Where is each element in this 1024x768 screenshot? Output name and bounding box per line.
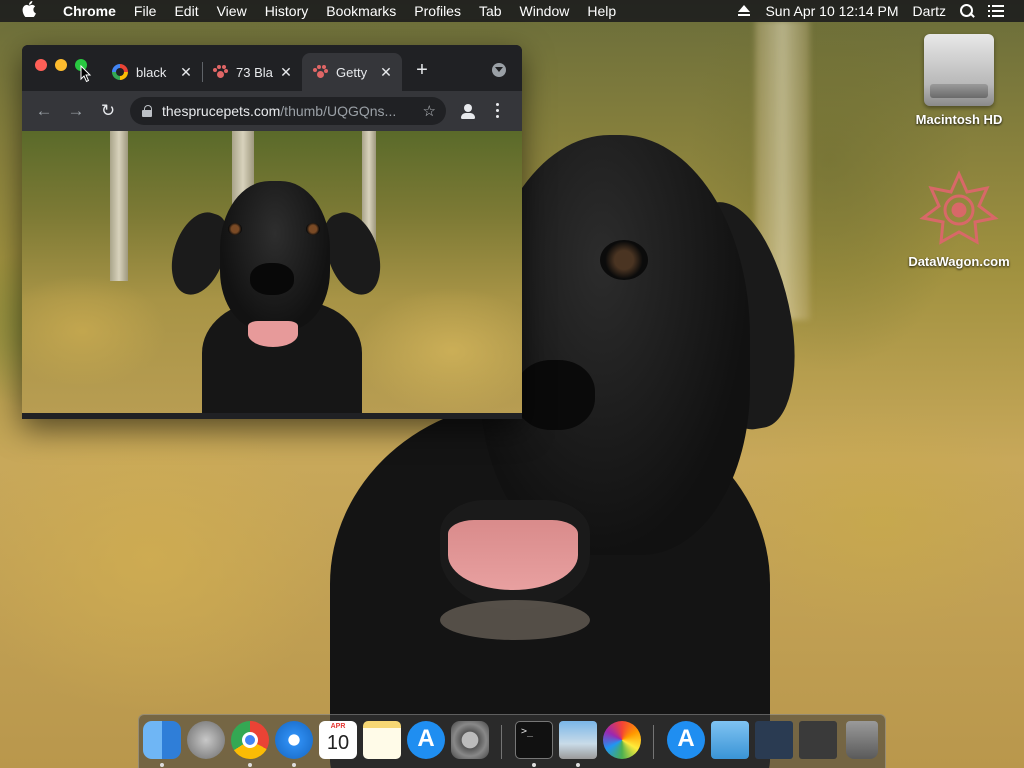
app-store-icon[interactable]: A [407, 721, 445, 759]
menu-clock[interactable]: Sun Apr 10 12:14 PM [765, 3, 898, 19]
menu-file[interactable]: File [125, 3, 166, 19]
url-path: /thumb/UQGQns... [280, 103, 397, 119]
running-indicator [248, 763, 252, 767]
lock-icon [142, 105, 152, 117]
tab-search-icon[interactable] [492, 63, 506, 77]
photo-dog-eye [228, 223, 242, 235]
eject-icon[interactable] [737, 5, 751, 17]
desktop-icon-label: DataWagon.com [908, 254, 1010, 269]
tab-73-black-labs[interactable]: 73 Bla ✕ [202, 53, 302, 91]
finder-icon[interactable] [143, 721, 181, 759]
wallpaper-dog-eye [600, 240, 648, 280]
tab-close-icon[interactable]: ✕ [378, 64, 394, 81]
mouse-cursor-icon [80, 65, 92, 83]
trash-icon[interactable] [846, 721, 878, 759]
calendar-day: 10 [326, 732, 350, 754]
screenshots-stack-icon[interactable] [755, 721, 793, 759]
photo-dog-eye [306, 223, 320, 235]
apple-menu-icon[interactable] [18, 1, 40, 21]
downloads-stack-icon[interactable] [799, 721, 837, 759]
reload-icon[interactable]: ↻ [96, 99, 120, 123]
photo-tree [110, 131, 128, 281]
back-arrow-icon[interactable]: ← [32, 99, 56, 123]
tab-title: 73 Bla [236, 64, 273, 80]
calendar-month: APR [330, 723, 346, 730]
menu-profiles[interactable]: Profiles [405, 3, 470, 19]
desktop-icon-label: Macintosh HD [915, 112, 1003, 127]
menu-extras: Sun Apr 10 12:14 PM Dartz [723, 0, 1004, 22]
forward-arrow-icon[interactable]: → [64, 99, 88, 123]
profile-avatar-icon[interactable] [458, 101, 478, 121]
dock-separator [501, 725, 502, 759]
menu-edit[interactable]: Edit [165, 3, 207, 19]
chrome-icon[interactable] [231, 721, 269, 759]
paw-icon [312, 64, 328, 80]
window-minimize-button[interactable] [55, 59, 67, 71]
photo-dog-tongue [248, 321, 298, 347]
running-indicator [532, 763, 536, 767]
dock: APR 10 A >_ A [138, 714, 886, 768]
tab-close-icon[interactable]: ✕ [178, 64, 194, 81]
preview-icon[interactable] [559, 721, 597, 759]
chrome-window: black ✕ 73 Bla ✕ Getty ✕ + ← → ↻ thespru… [22, 45, 522, 419]
system-preferences-icon[interactable] [451, 721, 489, 759]
menu-user[interactable]: Dartz [913, 3, 946, 19]
menu-bar: Chrome File Edit View History Bookmarks … [0, 0, 1024, 22]
paw-icon [212, 64, 228, 80]
notification-center-icon[interactable] [988, 5, 1004, 17]
tab-close-icon[interactable]: ✕ [278, 64, 294, 81]
menu-bookmarks[interactable]: Bookmarks [317, 3, 405, 19]
url-text[interactable]: thesprucepets.com/thumb/UQGQns... [162, 103, 423, 119]
spotlight-search-icon[interactable] [960, 4, 974, 18]
menu-history[interactable]: History [256, 3, 318, 19]
launchpad-icon[interactable] [187, 721, 225, 759]
tab-title: Getty [336, 64, 368, 80]
tab-strip: black ✕ 73 Bla ✕ Getty ✕ + [22, 45, 522, 91]
desktop-icon-datawagon[interactable]: DataWagon.com [904, 170, 1014, 269]
running-indicator [576, 763, 580, 767]
terminal-icon[interactable]: >_ [515, 721, 553, 759]
wallpaper-dog-nose [515, 360, 595, 430]
google-icon [112, 64, 128, 80]
calendar-icon[interactable]: APR 10 [319, 721, 357, 759]
running-indicator [160, 763, 164, 767]
desktop-icon-macintosh-hd[interactable]: Macintosh HD [904, 34, 1014, 127]
address-bar[interactable]: thesprucepets.com/thumb/UQGQns... ☆ [130, 97, 446, 125]
tab-title: black [136, 64, 167, 80]
new-tab-button[interactable]: + [412, 59, 432, 82]
safari-icon[interactable] [275, 721, 313, 759]
menu-tab[interactable]: Tab [470, 3, 511, 19]
photo-dog-nose [250, 263, 294, 295]
hard-drive-icon [924, 34, 994, 106]
wallpaper-dog-chin [440, 600, 590, 640]
menu-help[interactable]: Help [578, 3, 625, 19]
applications-folder-icon[interactable]: A [667, 721, 705, 759]
bookmark-star-icon[interactable]: ☆ [423, 102, 436, 120]
dock-separator [653, 725, 654, 759]
page-image-black-labrador [22, 131, 522, 413]
tab-getty-active[interactable]: Getty ✕ [302, 53, 402, 91]
browser-toolbar: ← → ↻ thesprucepets.com/thumb/UQGQns... … [22, 91, 522, 131]
url-host: thesprucepets.com [162, 103, 281, 119]
photo-dog-head [220, 181, 330, 331]
menu-app-name[interactable]: Chrome [54, 3, 125, 19]
wallpaper-dog-tongue [448, 520, 578, 590]
running-indicator [292, 763, 296, 767]
window-close-button[interactable] [35, 59, 47, 71]
datawagon-icon [919, 170, 999, 250]
menu-view[interactable]: View [208, 3, 256, 19]
menu-window[interactable]: Window [511, 3, 579, 19]
chrome-menu-icon[interactable] [496, 103, 500, 119]
tab-google-search[interactable]: black ✕ [102, 53, 202, 91]
documents-folder-icon[interactable] [711, 721, 749, 759]
photos-icon[interactable] [603, 721, 641, 759]
notes-icon[interactable] [363, 721, 401, 759]
